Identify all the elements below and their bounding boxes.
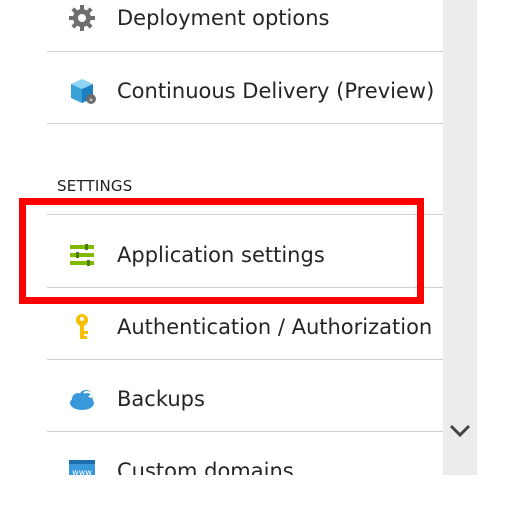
svg-text:www: www [72, 468, 92, 475]
chevron-down-icon[interactable] [447, 420, 473, 442]
menu-item-application-settings[interactable]: Application settings [47, 219, 443, 291]
divider [47, 214, 443, 215]
menu-item-label: Backups [117, 387, 205, 411]
key-icon [67, 312, 97, 342]
menu-item-custom-domains[interactable]: www Custom domains [47, 435, 443, 475]
menu-item-backups[interactable]: Backups [47, 363, 443, 435]
menu-item-label: Application settings [117, 243, 325, 267]
divider [47, 51, 443, 52]
menu-item-label: Authentication / Authorization [117, 315, 433, 339]
scrollbar-track[interactable] [443, 0, 477, 475]
svg-text:»: » [89, 96, 93, 104]
menu-item-label: Custom domains [117, 459, 294, 475]
menu-item-label: Continuous Delivery (Preview) [117, 79, 435, 103]
divider [47, 359, 443, 360]
divider [47, 431, 443, 432]
settings-sliders-icon [67, 240, 97, 270]
menu-item-authentication-authorization[interactable]: Authentication / Authorization [47, 291, 443, 363]
gear-icon [67, 3, 97, 33]
section-header-settings: SETTINGS [57, 177, 133, 195]
divider [47, 287, 443, 288]
menu-item-label: Deployment options [117, 6, 330, 30]
www-icon: www [67, 456, 97, 475]
package-icon: » [67, 76, 97, 106]
menu-item-continuous-delivery[interactable]: » Continuous Delivery (Preview) [47, 55, 443, 127]
menu-item-deployment-options[interactable]: Deployment options [47, 0, 443, 54]
resource-menu: Deployment options » Continuous Delivery… [47, 0, 443, 475]
cloud-icon [67, 384, 97, 414]
divider [47, 123, 443, 124]
